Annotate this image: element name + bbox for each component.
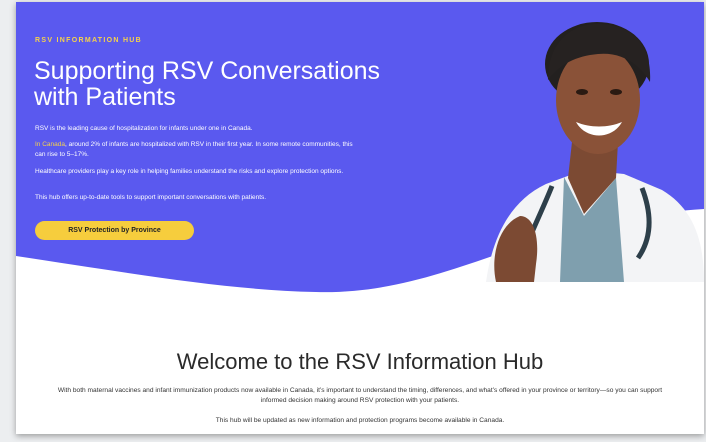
hero-title-line2: with Patients bbox=[34, 83, 176, 111]
hero-title: Supporting RSV Conversations with Patien… bbox=[34, 58, 394, 110]
welcome-title: Welcome to the RSV Information Hub bbox=[176, 349, 544, 374]
right-eye bbox=[610, 89, 622, 95]
hero-eyebrow: RSV INFORMATION HUB bbox=[35, 37, 143, 44]
hand-shape bbox=[494, 216, 538, 282]
welcome-paragraph-1: With both maternal vaccines and infant i… bbox=[57, 387, 663, 404]
hero-section: RSV INFORMATION HUB Supporting RSV Conve… bbox=[16, 2, 704, 302]
hero-paragraph-2: In Canada, around 2% of infants are hosp… bbox=[35, 140, 355, 159]
rsv-protection-by-province-button[interactable]: RSV Protection by Province bbox=[35, 221, 194, 240]
hero-paragraph-4: This hub offers up-to-date tools to supp… bbox=[35, 194, 267, 201]
left-eye bbox=[576, 89, 588, 95]
hero-paragraph-3: Healthcare providers play a key role in … bbox=[35, 168, 344, 175]
in-canada-link[interactable]: In Canada bbox=[35, 141, 65, 148]
hero-paragraph-2-rest: , around 2% of infants are hospitalized … bbox=[35, 141, 353, 158]
page: RSV INFORMATION HUB Supporting RSV Conve… bbox=[16, 2, 704, 434]
hero-paragraph-1: RSV is the leading cause of hospitalizat… bbox=[35, 125, 253, 132]
hero-title-line1: Supporting RSV Conversations bbox=[34, 57, 381, 85]
welcome-paragraph-2: This hub will be updated as new informat… bbox=[215, 417, 505, 424]
doctor-portrait-image bbox=[486, 22, 704, 282]
face-shape bbox=[556, 46, 640, 154]
